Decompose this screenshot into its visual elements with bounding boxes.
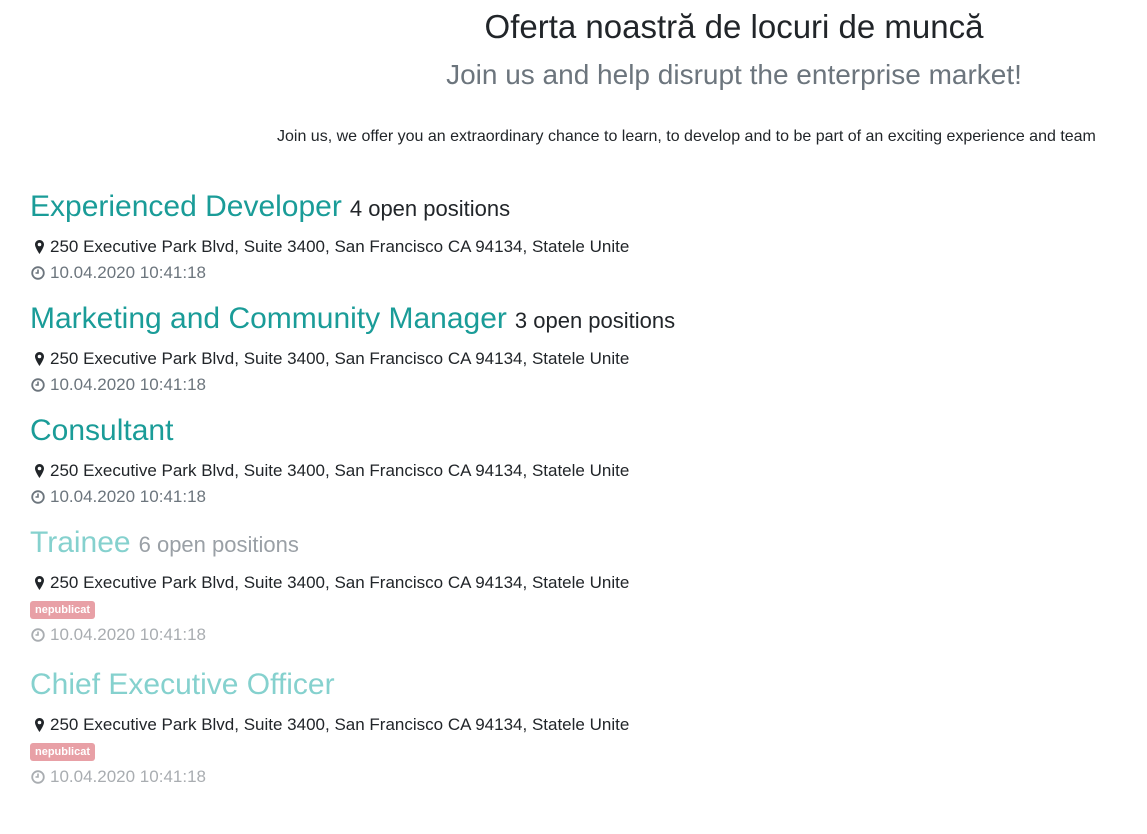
job-item: Consultant 250 Executive Park Blvd, Suit… bbox=[30, 410, 1130, 508]
clock-icon bbox=[31, 770, 45, 784]
unpublished-badge: nepublicat bbox=[30, 743, 96, 761]
job-date-text: 10.04.2020 10:41:18 bbox=[50, 375, 206, 394]
job-date: 10.04.2020 10:41:18 bbox=[30, 486, 1130, 508]
map-marker-icon bbox=[35, 718, 44, 732]
job-address: 250 Executive Park Blvd, Suite 3400, San… bbox=[30, 572, 1130, 594]
job-list: Experienced Developer 4 open positions 2… bbox=[30, 186, 1130, 788]
job-address-text: 250 Executive Park Blvd, Suite 3400, San… bbox=[50, 237, 630, 256]
job-title-link[interactable]: Trainee bbox=[30, 522, 131, 564]
job-address-text: 250 Executive Park Blvd, Suite 3400, San… bbox=[50, 349, 630, 368]
job-date-text: 10.04.2020 10:41:18 bbox=[50, 263, 206, 282]
job-title-link[interactable]: Chief Executive Officer bbox=[30, 664, 335, 706]
clock-icon bbox=[31, 628, 45, 642]
job-title-row: Marketing and Community Manager 3 open p… bbox=[30, 298, 1130, 340]
job-address: 250 Executive Park Blvd, Suite 3400, San… bbox=[30, 236, 1130, 258]
job-item: Marketing and Community Manager 3 open p… bbox=[30, 298, 1130, 396]
job-title-link[interactable]: Consultant bbox=[30, 410, 173, 452]
job-date-text: 10.04.2020 10:41:18 bbox=[50, 487, 206, 506]
clock-icon bbox=[31, 266, 45, 280]
job-title-row: Chief Executive Officer bbox=[30, 664, 1130, 706]
job-date: 10.04.2020 10:41:18 bbox=[30, 766, 1130, 788]
page-title: Oferta noastră de locuri de muncă bbox=[484, 8, 984, 45]
job-date: 10.04.2020 10:41:18 bbox=[30, 374, 1130, 396]
job-openings: 6 open positions bbox=[138, 532, 299, 557]
page-intro: Join us, we offer you an extraordinary c… bbox=[277, 128, 1096, 145]
job-address: 250 Executive Park Blvd, Suite 3400, San… bbox=[30, 348, 1130, 370]
job-address-text: 250 Executive Park Blvd, Suite 3400, San… bbox=[50, 573, 630, 592]
page-subtitle: Join us and help disrupt the enterprise … bbox=[446, 59, 1022, 90]
job-address: 250 Executive Park Blvd, Suite 3400, San… bbox=[30, 460, 1130, 482]
job-item: Trainee 6 open positions 250 Executive P… bbox=[30, 522, 1130, 646]
unpublished-badge: nepublicat bbox=[30, 601, 96, 619]
map-marker-icon bbox=[35, 240, 44, 254]
job-address-text: 250 Executive Park Blvd, Suite 3400, San… bbox=[50, 715, 630, 734]
job-openings: 3 open positions bbox=[514, 308, 676, 333]
job-date: 10.04.2020 10:41:18 bbox=[30, 262, 1130, 284]
job-date-text: 10.04.2020 10:41:18 bbox=[50, 767, 206, 786]
job-date-text: 10.04.2020 10:41:18 bbox=[50, 625, 206, 644]
clock-icon bbox=[31, 378, 45, 392]
job-address: 250 Executive Park Blvd, Suite 3400, San… bbox=[30, 714, 1130, 736]
job-item: Experienced Developer 4 open positions 2… bbox=[30, 186, 1130, 284]
map-marker-icon bbox=[35, 352, 44, 366]
job-title-row: Consultant bbox=[30, 410, 1130, 452]
job-title-link[interactable]: Marketing and Community Manager bbox=[30, 298, 507, 340]
job-item: Chief Executive Officer 250 Executive Pa… bbox=[30, 664, 1130, 788]
job-title-link[interactable]: Experienced Developer bbox=[30, 186, 342, 228]
job-date: 10.04.2020 10:41:18 bbox=[30, 624, 1130, 646]
map-marker-icon bbox=[35, 464, 44, 478]
job-title-row: Trainee 6 open positions bbox=[30, 522, 1130, 564]
job-address-text: 250 Executive Park Blvd, Suite 3400, San… bbox=[50, 461, 630, 480]
clock-icon bbox=[31, 490, 45, 504]
map-marker-icon bbox=[35, 576, 44, 590]
job-openings: 4 open positions bbox=[349, 196, 511, 221]
job-title-row: Experienced Developer 4 open positions bbox=[30, 186, 1130, 228]
